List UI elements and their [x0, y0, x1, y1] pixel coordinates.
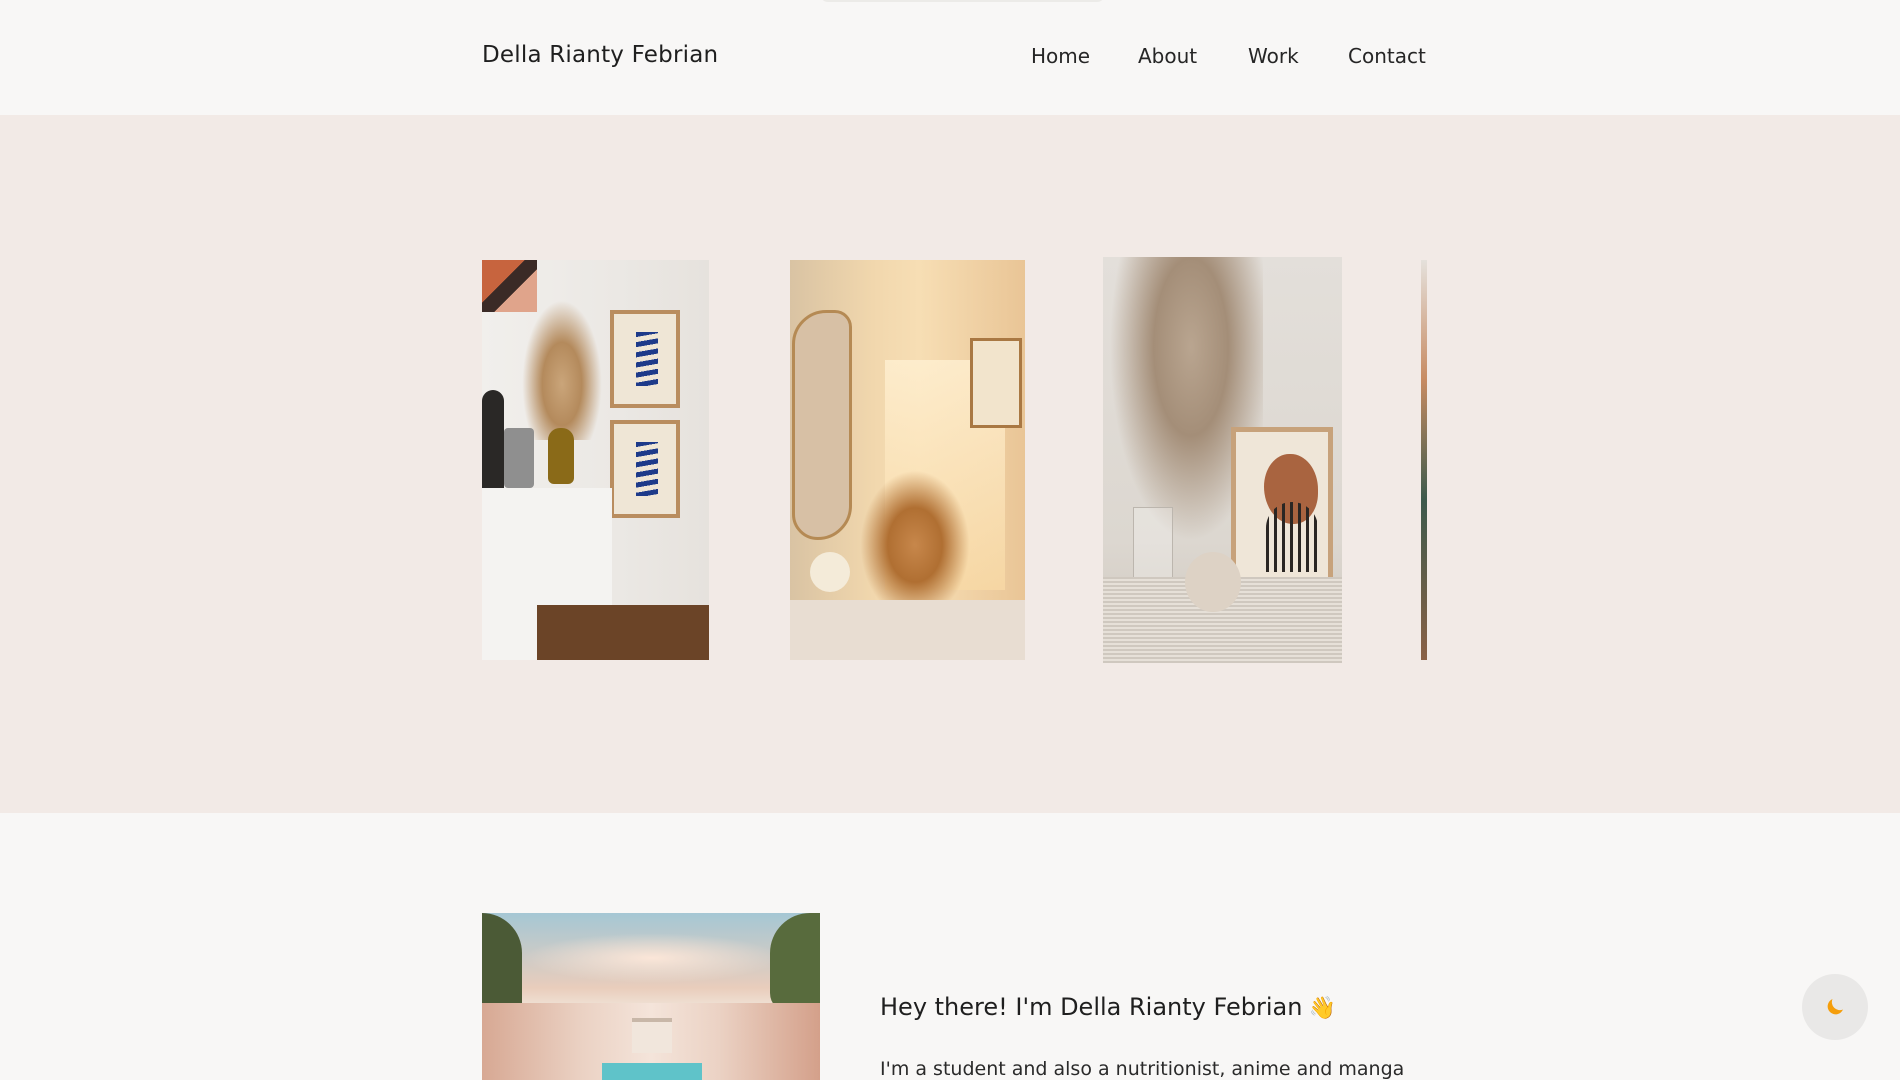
waving-hand-icon: 👋 [1308, 996, 1336, 1021]
bed [790, 600, 1025, 660]
top-notch [820, 0, 1105, 2]
lamp [810, 552, 850, 592]
table [537, 605, 709, 660]
vase [548, 428, 574, 484]
about-photo [482, 913, 820, 1080]
gallery-photo-pampas[interactable] [1103, 257, 1342, 663]
dried-plant [860, 470, 970, 620]
gate [632, 1018, 672, 1053]
about-intro: I'm a student and also a nutritionist, a… [880, 1058, 1405, 1080]
nav-home-link[interactable]: Home [1031, 44, 1090, 68]
nav-contact-link[interactable]: Contact [1348, 44, 1426, 68]
framed-print [610, 420, 680, 518]
about-heading: Hey there! I'm Della Rianty Febrian 👋 [880, 993, 1336, 1021]
kettle [504, 428, 534, 488]
print-pattern [636, 332, 658, 386]
nav-about-link[interactable]: About [1138, 44, 1197, 68]
dark-object [482, 390, 504, 490]
framed-print [1231, 427, 1333, 593]
gallery-photo-shelf[interactable] [482, 260, 709, 660]
print-lines [1266, 502, 1318, 572]
about-heading-text: Hey there! I'm Della Rianty Febrian [880, 993, 1303, 1021]
gallery-photo-partial[interactable] [1421, 260, 1427, 660]
pool [602, 1063, 702, 1080]
framed-print [610, 310, 680, 408]
pampas-grass [522, 300, 602, 440]
site-header: Della Rianty Febrian Home About Work Con… [0, 0, 1900, 115]
theme-toggle-button[interactable] [1802, 974, 1868, 1040]
framed-print [970, 338, 1022, 428]
gallery-photo-mirror[interactable] [790, 260, 1025, 660]
mirror [792, 310, 852, 540]
moon-icon [1827, 999, 1843, 1015]
ceramic-vase [1185, 552, 1241, 612]
main-nav: Home About Work Contact [0, 44, 1900, 74]
tree [770, 913, 820, 1013]
nav-work-link[interactable]: Work [1248, 44, 1299, 68]
print-pattern [636, 442, 658, 496]
clouds [522, 933, 782, 983]
